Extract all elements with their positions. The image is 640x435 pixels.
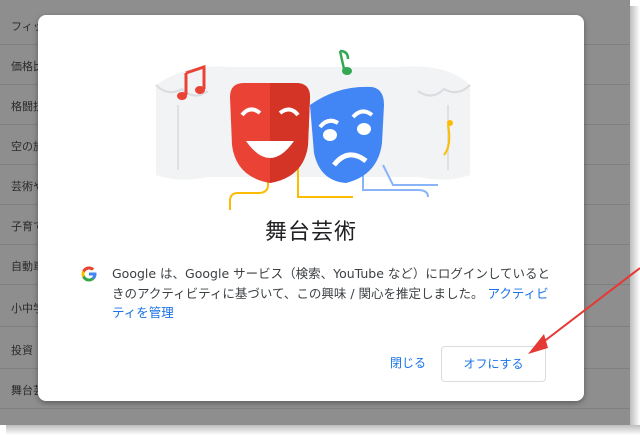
page-frame-shadow-bottom [6,425,640,435]
theater-masks-illustration [155,49,471,210]
interest-dialog: 舞台芸術 Google は、Google サービス（検索、YouTube など）… [38,15,584,401]
dialog-title: 舞台芸術 [264,220,357,245]
turn-off-button[interactable]: オフにする [441,346,546,382]
comedy-mask-icon [230,83,310,183]
interest-explanation-text: Google は、Google サービス（検索、YouTube など）にログイン… [112,266,551,301]
google-g-logo-icon [81,266,97,282]
close-button[interactable]: 閉じる [390,354,426,371]
dialog-info-text: Google は、Google サービス（検索、YouTube など）にログイン… [112,264,552,323]
background-row-label: 投資 [11,344,33,357]
page-frame-shadow [630,6,640,431]
